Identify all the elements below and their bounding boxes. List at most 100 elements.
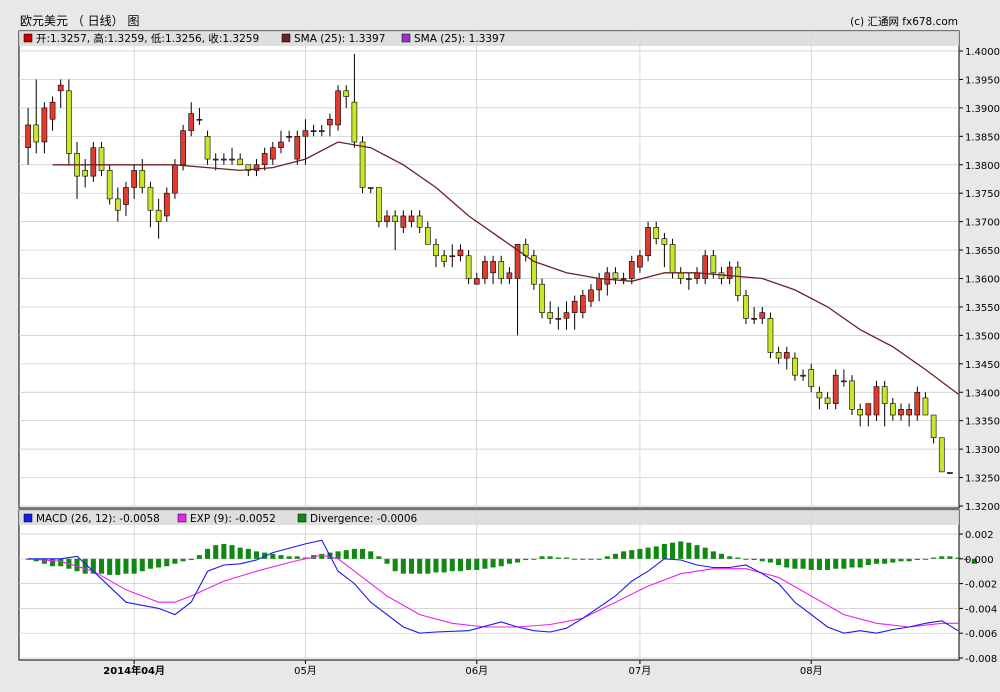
candle-body bbox=[734, 266, 741, 296]
divergence-bar bbox=[237, 547, 243, 559]
candle-body bbox=[889, 403, 896, 416]
candle-body bbox=[376, 187, 382, 222]
divergence-bar bbox=[474, 558, 480, 570]
x-tick-label: 08月 bbox=[800, 665, 823, 677]
candle-body bbox=[579, 295, 586, 313]
candle-body bbox=[702, 255, 709, 279]
divergence-bar bbox=[425, 558, 431, 574]
candle-body bbox=[204, 136, 211, 160]
candle-body bbox=[139, 170, 146, 188]
macd-legend-bar bbox=[19, 510, 959, 525]
divergence-bar bbox=[205, 548, 211, 559]
divergence-bar bbox=[441, 558, 447, 573]
divergence-bar bbox=[678, 541, 684, 559]
candle-body bbox=[588, 289, 594, 302]
price-tick-label: 1.3750 bbox=[965, 189, 1000, 200]
divergence-bar bbox=[596, 558, 602, 560]
divergence-bar bbox=[873, 558, 880, 564]
candle-body bbox=[628, 261, 635, 279]
candle-body bbox=[824, 397, 831, 404]
x-axis-ticks: 2014年04月 05月 06月 07月 08月 bbox=[103, 660, 823, 677]
divergence-bar bbox=[694, 545, 700, 559]
legend-swatch-sma2 bbox=[401, 33, 411, 43]
candle-body bbox=[302, 130, 309, 137]
divergence-bar bbox=[718, 553, 725, 559]
candle-body bbox=[327, 118, 333, 126]
divergence-bar bbox=[653, 546, 659, 559]
divergence-bar bbox=[849, 558, 855, 568]
candle-body bbox=[539, 283, 545, 313]
candle-body bbox=[767, 318, 774, 353]
candle-body bbox=[881, 386, 888, 404]
candle-body bbox=[637, 255, 643, 268]
candle-body bbox=[596, 278, 602, 291]
candle-body bbox=[400, 215, 407, 228]
divergence-bar bbox=[107, 558, 113, 575]
divergence-bar bbox=[865, 558, 871, 565]
candle-body bbox=[726, 266, 733, 279]
candle-body bbox=[49, 101, 56, 120]
candle-body bbox=[367, 187, 374, 189]
candle-body bbox=[914, 391, 921, 416]
x-tick-label: 05月 bbox=[294, 665, 317, 677]
price-tick-label: 1.3250 bbox=[965, 474, 1000, 485]
divergence-bar bbox=[776, 558, 782, 565]
divergence-bar bbox=[825, 558, 831, 570]
candle-body bbox=[808, 369, 815, 387]
candle-body bbox=[318, 130, 325, 132]
candle-body bbox=[196, 118, 203, 121]
candle-body bbox=[269, 147, 276, 160]
candle-body bbox=[294, 136, 301, 160]
candle-body bbox=[898, 409, 904, 416]
divergence-bar bbox=[253, 551, 260, 559]
legend-swatch-macd bbox=[23, 513, 33, 523]
divergence-bar bbox=[523, 558, 529, 561]
legend-exp: EXP (9): -0.0052 bbox=[190, 513, 276, 525]
divergence-bar bbox=[751, 558, 757, 561]
divergence-bar bbox=[400, 558, 406, 574]
price-tick-label: 1.3450 bbox=[965, 360, 1000, 371]
candle-body bbox=[930, 414, 937, 439]
x-tick-label: 07月 bbox=[629, 665, 652, 677]
price-tick-label: 1.3350 bbox=[965, 417, 1000, 428]
candle-body bbox=[612, 272, 619, 279]
candle-body bbox=[563, 312, 570, 319]
candle-body bbox=[873, 386, 880, 416]
divergence-bar bbox=[115, 558, 121, 575]
divergence-bar bbox=[580, 558, 586, 560]
candle-body bbox=[710, 255, 717, 274]
price-tick-label: 1.3600 bbox=[965, 275, 1000, 286]
candle-body bbox=[66, 90, 72, 154]
divergence-bar bbox=[547, 556, 553, 559]
candle-body bbox=[172, 164, 178, 194]
divergence-bar bbox=[922, 558, 928, 560]
candle-body bbox=[261, 153, 268, 166]
macd-tick-label: -0.006 bbox=[965, 629, 997, 640]
legend-sma-2: SMA (25): 1.3397 bbox=[414, 33, 505, 45]
candle-body bbox=[555, 318, 562, 320]
price-tick-label: 1.3500 bbox=[965, 331, 1000, 342]
divergence-bar bbox=[612, 553, 618, 559]
candle-body bbox=[547, 312, 554, 319]
divergence-bar bbox=[213, 545, 219, 559]
divergence-bar bbox=[686, 542, 692, 559]
divergence-bar bbox=[417, 558, 423, 574]
candle-body bbox=[653, 227, 660, 239]
divergence-bar bbox=[498, 558, 504, 567]
divergence-bar bbox=[784, 558, 790, 568]
legend-divergence: Divergence: -0.0006 bbox=[310, 513, 418, 525]
divergence-bar bbox=[343, 550, 349, 559]
candle-body bbox=[620, 278, 627, 280]
legend-swatch-divergence bbox=[297, 513, 307, 523]
candle-body bbox=[922, 397, 929, 416]
candle-body bbox=[98, 147, 105, 171]
divergence-bar bbox=[98, 558, 105, 574]
divergence-bar bbox=[792, 558, 798, 569]
divergence-bar bbox=[172, 558, 178, 564]
divergence-bar bbox=[939, 556, 945, 559]
candle-body bbox=[473, 278, 480, 285]
divergence-bar bbox=[515, 558, 521, 563]
candle-body bbox=[938, 437, 945, 473]
legend-swatch-ohlc bbox=[23, 33, 33, 43]
candle-body bbox=[392, 215, 399, 222]
